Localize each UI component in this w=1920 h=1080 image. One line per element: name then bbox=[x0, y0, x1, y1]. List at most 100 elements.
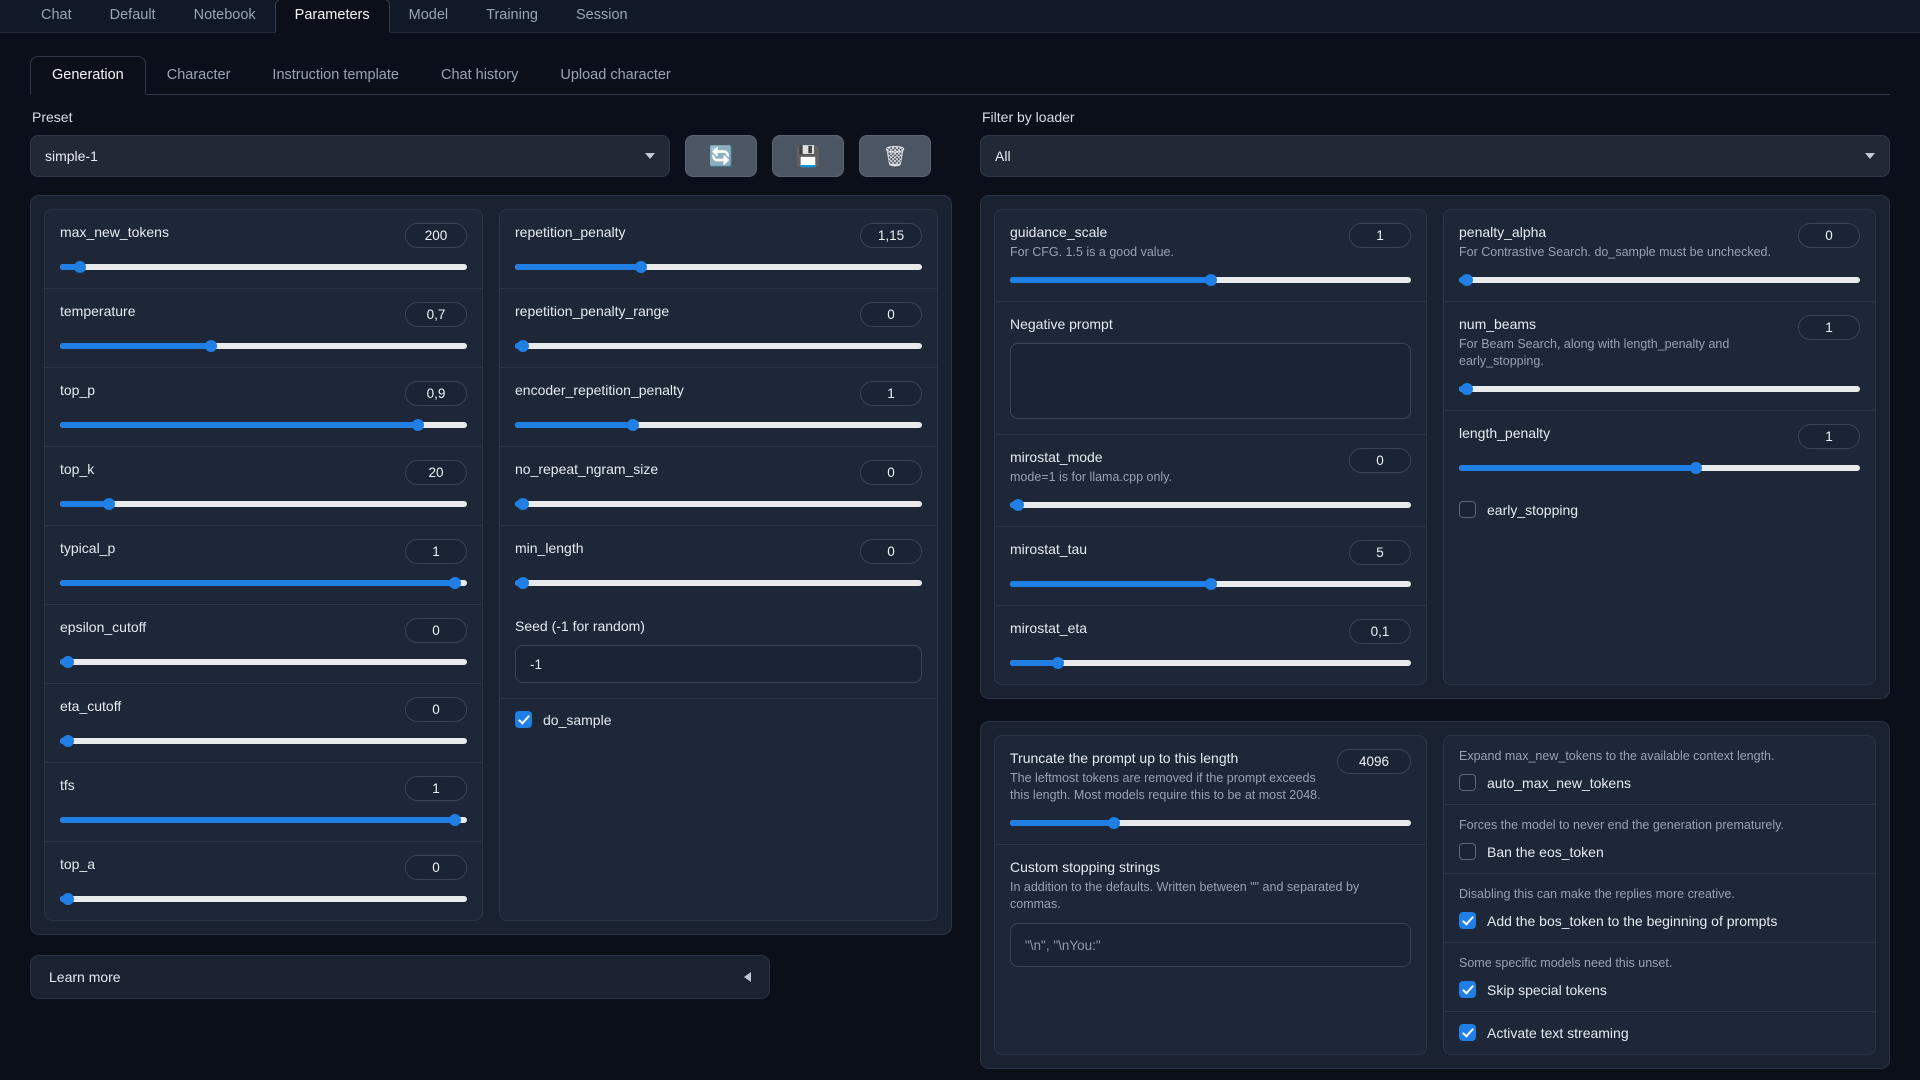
epsilon-cutoff-slider[interactable] bbox=[60, 656, 467, 668]
ban-the-eos-token-checkbox[interactable] bbox=[1459, 843, 1476, 860]
top-a-slider[interactable] bbox=[60, 893, 467, 905]
slider-thumb[interactable] bbox=[1461, 383, 1474, 395]
mirostat-mode-value[interactable]: 0 bbox=[1349, 448, 1411, 473]
slider-thumb[interactable] bbox=[448, 577, 461, 589]
slider-thumb[interactable] bbox=[1461, 274, 1474, 286]
slider-thumb[interactable] bbox=[74, 261, 87, 273]
num-beams-slider[interactable] bbox=[1459, 383, 1860, 395]
subtab-generation[interactable]: Generation bbox=[30, 56, 146, 95]
slider-thumb[interactable] bbox=[448, 814, 461, 826]
slider-thumb[interactable] bbox=[517, 340, 530, 352]
auto-max-new-tokens-checkbox[interactable] bbox=[1459, 774, 1476, 791]
top-k-value[interactable]: 20 bbox=[405, 460, 467, 485]
typical-p-value[interactable]: 1 bbox=[405, 539, 467, 564]
mirostat-eta-value[interactable]: 0,1 bbox=[1349, 619, 1411, 644]
repetition-penalty-range-slider[interactable] bbox=[515, 340, 922, 352]
typical-p-slider[interactable] bbox=[60, 577, 467, 589]
refresh-preset-button[interactable]: 🔄 bbox=[685, 135, 757, 177]
penalty-alpha-slider[interactable] bbox=[1459, 274, 1860, 286]
slider-thumb[interactable] bbox=[204, 340, 217, 352]
slider-thumb[interactable] bbox=[517, 577, 530, 589]
save-preset-button[interactable]: 💾 bbox=[772, 135, 844, 177]
auto-max-new-tokens-hint: Expand max_new_tokens to the available c… bbox=[1459, 749, 1775, 763]
tab-notebook[interactable]: Notebook bbox=[175, 0, 275, 32]
slider-thumb[interactable] bbox=[62, 656, 75, 668]
tab-training[interactable]: Training bbox=[467, 0, 557, 32]
penalty-alpha-value[interactable]: 0 bbox=[1798, 223, 1860, 248]
encoder-repetition-penalty-value[interactable]: 1 bbox=[860, 381, 922, 406]
top-a-value[interactable]: 0 bbox=[405, 855, 467, 880]
length-penalty-slider[interactable] bbox=[1459, 462, 1860, 474]
max-new-tokens-value[interactable]: 200 bbox=[405, 223, 467, 248]
seed-input[interactable]: -1 bbox=[515, 645, 922, 683]
temperature-value[interactable]: 0,7 bbox=[405, 302, 467, 327]
temperature-slider[interactable] bbox=[60, 340, 467, 352]
repetition-penalty-range-value[interactable]: 0 bbox=[860, 302, 922, 327]
no-repeat-ngram-size-value[interactable]: 0 bbox=[860, 460, 922, 485]
slider-thumb[interactable] bbox=[1108, 817, 1121, 829]
eta-cutoff-slider[interactable] bbox=[60, 735, 467, 747]
tab-default[interactable]: Default bbox=[91, 0, 175, 32]
subtab-character[interactable]: Character bbox=[146, 57, 252, 94]
slider-thumb[interactable] bbox=[102, 498, 115, 510]
subtab-instruction-template[interactable]: Instruction template bbox=[251, 57, 420, 94]
repetition-penalty-range-block: repetition_penalty_range 0 bbox=[500, 289, 937, 368]
tab-model[interactable]: Model bbox=[390, 0, 468, 32]
mirostat-tau-value[interactable]: 5 bbox=[1349, 540, 1411, 565]
min-length-slider[interactable] bbox=[515, 577, 922, 589]
delete-preset-button[interactable]: 🗑 bbox=[859, 135, 931, 177]
eta-cutoff-value[interactable]: 0 bbox=[405, 697, 467, 722]
encoder-repetition-penalty-slider[interactable] bbox=[515, 419, 922, 431]
early-stopping-checkbox[interactable] bbox=[1459, 501, 1476, 518]
slider-thumb[interactable] bbox=[1012, 499, 1025, 511]
subtab-chat-history[interactable]: Chat history bbox=[420, 57, 539, 94]
truncate-value[interactable]: 4096 bbox=[1337, 749, 1411, 774]
guidance-scale-value[interactable]: 1 bbox=[1349, 223, 1411, 248]
tab-session[interactable]: Session bbox=[557, 0, 647, 32]
tab-parameters[interactable]: Parameters bbox=[274, 0, 390, 33]
repetition-penalty-slider[interactable] bbox=[515, 261, 922, 273]
learn-more-accordion[interactable]: Learn more bbox=[30, 955, 770, 999]
slider-thumb[interactable] bbox=[635, 261, 648, 273]
mirostat-tau-slider[interactable] bbox=[1010, 578, 1411, 590]
mirostat-mode-slider[interactable] bbox=[1010, 499, 1411, 511]
truncate-slider[interactable] bbox=[1010, 817, 1411, 829]
no-repeat-ngram-size-slider[interactable] bbox=[515, 498, 922, 510]
do-sample-checkbox[interactable] bbox=[515, 711, 532, 728]
tfs-value[interactable]: 1 bbox=[405, 776, 467, 801]
slider-thumb[interactable] bbox=[1204, 578, 1217, 590]
slider-thumb[interactable] bbox=[517, 498, 530, 510]
slider-thumb[interactable] bbox=[627, 419, 640, 431]
slider-thumb[interactable] bbox=[412, 419, 425, 431]
slider-thumb[interactable] bbox=[1052, 657, 1065, 669]
slider-thumb[interactable] bbox=[62, 893, 75, 905]
max-new-tokens-slider[interactable] bbox=[60, 261, 467, 273]
tfs-slider[interactable] bbox=[60, 814, 467, 826]
top-p-slider[interactable] bbox=[60, 419, 467, 431]
tab-chat[interactable]: Chat bbox=[22, 0, 91, 32]
ban-the-eos-token-label: Ban the eos_token bbox=[1487, 843, 1604, 860]
slider-track bbox=[60, 738, 467, 744]
mirostat-eta-slider[interactable] bbox=[1010, 657, 1411, 669]
top-p-value[interactable]: 0,9 bbox=[405, 381, 467, 406]
guidance-scale-slider[interactable] bbox=[1010, 274, 1411, 286]
min-length-value[interactable]: 0 bbox=[860, 539, 922, 564]
column-four-card: penalty_alpha For Contrastive Search. do_… bbox=[1443, 209, 1876, 685]
epsilon-cutoff-value[interactable]: 0 bbox=[405, 618, 467, 643]
skip-special-tokens-checkbox[interactable] bbox=[1459, 981, 1476, 998]
slider-thumb[interactable] bbox=[1689, 462, 1702, 474]
slider-thumb[interactable] bbox=[1204, 274, 1217, 286]
slider-thumb[interactable] bbox=[62, 735, 75, 747]
preset-section: Preset simple-1 🔄 💾 🗑 bbox=[30, 109, 952, 177]
activate-text-streaming-checkbox[interactable] bbox=[1459, 1024, 1476, 1041]
top-k-slider[interactable] bbox=[60, 498, 467, 510]
repetition-penalty-value[interactable]: 1,15 bbox=[860, 223, 922, 248]
num-beams-value[interactable]: 1 bbox=[1798, 315, 1860, 340]
custom-stopping-input[interactable]: "\n", "\nYou:" bbox=[1010, 923, 1411, 967]
preset-dropdown[interactable]: simple-1 bbox=[30, 135, 670, 177]
negative-prompt-input[interactable] bbox=[1010, 343, 1411, 419]
subtab-upload-character[interactable]: Upload character bbox=[539, 57, 691, 94]
loader-filter-dropdown[interactable]: All bbox=[980, 135, 1890, 177]
add-the-bos-token-to-the-beginning-of-prompts-checkbox[interactable] bbox=[1459, 912, 1476, 929]
length-penalty-value[interactable]: 1 bbox=[1798, 424, 1860, 449]
